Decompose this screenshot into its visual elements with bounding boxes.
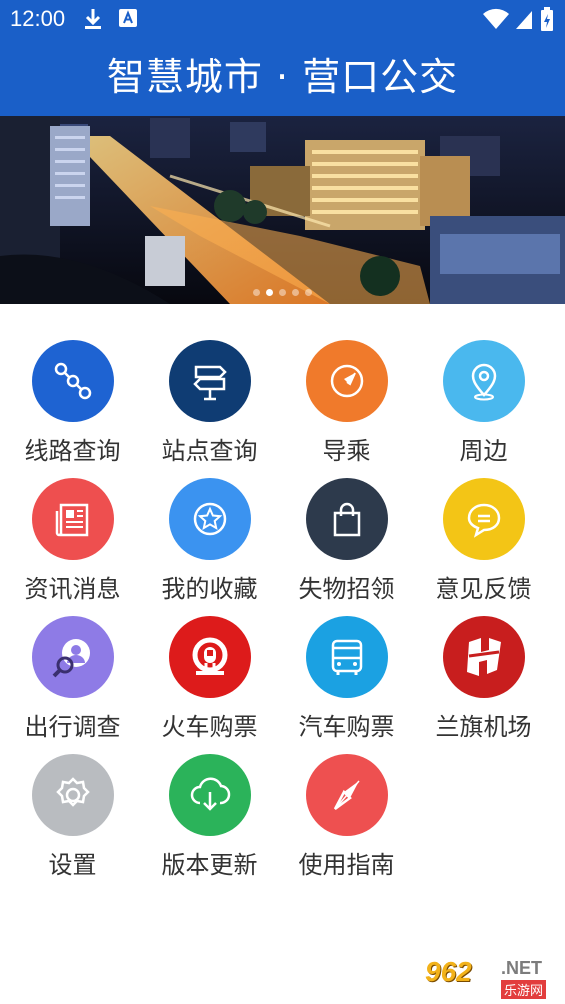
- menu-item-feedback[interactable]: 意见反馈: [415, 476, 552, 606]
- menu-label: 失物招领: [298, 575, 395, 603]
- cloud-download-icon: [168, 754, 251, 836]
- site-watermark-logo: 962 .NET 乐游网: [423, 956, 559, 1000]
- location-pin-icon: [442, 340, 525, 422]
- menu-item-navigation[interactable]: 导乘: [278, 338, 415, 468]
- menu-item-stop-query[interactable]: 站点查询: [141, 338, 278, 468]
- bus-icon: [305, 616, 388, 698]
- chat-bubble-icon: [442, 478, 525, 560]
- watermark-domain: .NET: [501, 958, 543, 978]
- shopping-bag-icon: [305, 478, 388, 560]
- railway-logo-icon: [168, 616, 251, 698]
- pager-dot-active[interactable]: [266, 289, 273, 296]
- menu-label: 出行调查: [24, 713, 121, 741]
- menu-item-user-guide[interactable]: 使用指南: [278, 752, 415, 882]
- menu-label: 兰旗机场: [435, 713, 532, 741]
- compass-icon: [305, 754, 388, 836]
- airport-logo-icon: [442, 616, 525, 698]
- menu-item-lost-found[interactable]: 失物招领: [278, 476, 415, 606]
- menu-item-nearby[interactable]: 周边: [415, 338, 552, 468]
- menu-label: 站点查询: [161, 437, 258, 465]
- news-icon: [31, 478, 114, 560]
- menu-item-train-ticket[interactable]: 火车购票: [141, 614, 278, 744]
- menu-item-favorites[interactable]: 我的收藏: [141, 476, 278, 606]
- gear-icon: [31, 754, 114, 836]
- status-bar: 12:00: [0, 0, 565, 38]
- navigation-icon: [305, 340, 388, 422]
- pager-dot[interactable]: [292, 289, 299, 296]
- banner-pager[interactable]: [0, 281, 565, 300]
- menu-label: 周边: [459, 437, 508, 465]
- menu-item-version-update[interactable]: 版本更新: [141, 752, 278, 882]
- menu-label: 导乘: [322, 437, 371, 465]
- pager-dot[interactable]: [253, 289, 260, 296]
- font-app-icon: [118, 7, 138, 33]
- route-icon: [31, 340, 114, 422]
- menu-label: 汽车购票: [298, 713, 395, 741]
- app-header: 智慧城市 · 营口公交: [0, 38, 565, 116]
- banner-image[interactable]: [0, 116, 565, 304]
- download-icon: [82, 7, 104, 35]
- watermark-number: 962: [425, 956, 472, 987]
- menu-item-route-query[interactable]: 线路查询: [4, 338, 141, 468]
- watermark-site: 乐游网: [501, 980, 547, 999]
- menu-label: 我的收藏: [161, 575, 258, 603]
- survey-person-icon: [31, 616, 114, 698]
- menu-label: 设置: [48, 851, 97, 879]
- menu-item-travel-survey[interactable]: 出行调查: [4, 614, 141, 744]
- menu-item-bus-ticket[interactable]: 汽车购票: [278, 614, 415, 744]
- signpost-icon: [168, 340, 251, 422]
- pager-dot[interactable]: [305, 289, 312, 296]
- menu-label: 使用指南: [298, 851, 395, 879]
- menu-item-settings[interactable]: 设置: [4, 752, 141, 882]
- app-title: 智慧城市 · 营口公交: [106, 55, 459, 99]
- battery-icon: [540, 7, 554, 37]
- menu-label: 意见反馈: [435, 575, 532, 603]
- status-time: 12:00: [10, 6, 66, 31]
- menu-label: 线路查询: [24, 437, 121, 465]
- star-icon: [168, 478, 251, 560]
- menu-label: 火车购票: [161, 713, 258, 741]
- menu-item-news[interactable]: 资讯消息: [4, 476, 141, 606]
- menu-label: 版本更新: [161, 851, 258, 879]
- signal-icon: [514, 7, 534, 35]
- menu-item-airport[interactable]: 兰旗机场: [415, 614, 552, 744]
- city-night-image: [0, 116, 565, 304]
- menu-label: 资讯消息: [24, 575, 121, 603]
- pager-dot[interactable]: [279, 289, 286, 296]
- wifi-icon: [482, 7, 510, 35]
